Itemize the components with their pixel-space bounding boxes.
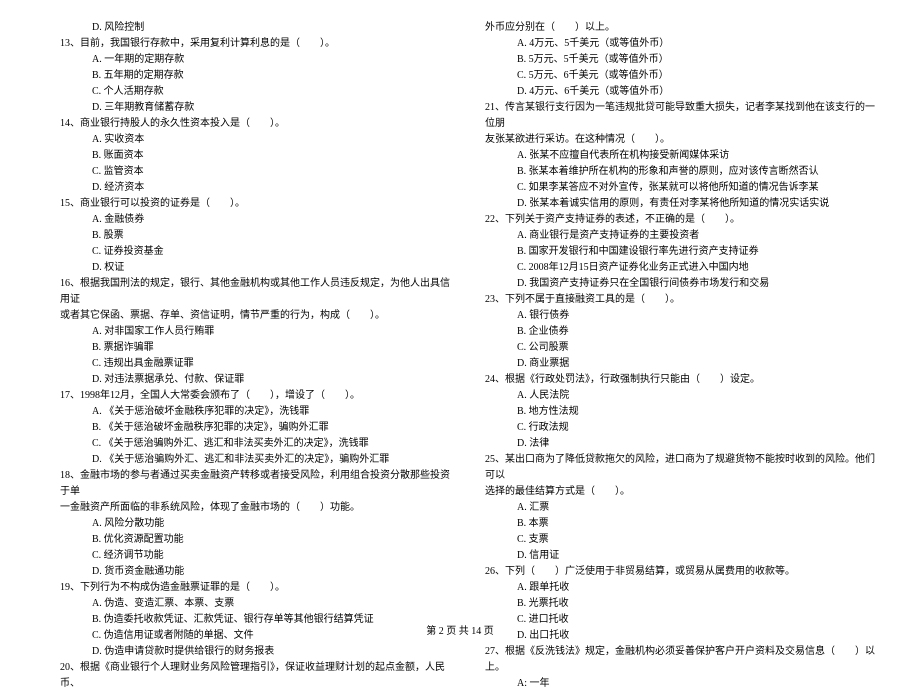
option-text: D. 伪造申请贷款时提供给银行的财务报表 (60, 644, 455, 660)
option-text: A. 人民法院 (485, 388, 880, 404)
option-text: A. 张某不应擅自代表所在机构接受新闻媒体采访 (485, 148, 880, 164)
question-continuation: 选择的最佳结算方式是（ ）。 (485, 484, 880, 500)
question-text: 22、下列关于资产支持证券的表述，不正确的是（ ）。 (485, 212, 880, 228)
question-text: 26、下列（ ）广泛使用于非贸易结算，或贸易从属费用的收款等。 (485, 564, 880, 580)
option-text: D. 张某本着诚实信用的原则，有责任对李某将他所知道的情况实话实说 (485, 196, 880, 212)
option-text: B. 票据诈骗罪 (60, 340, 455, 356)
option-text: A: 一年 (485, 676, 880, 692)
option-text: D. 权证 (60, 260, 455, 276)
option-text: A. 汇票 (485, 500, 880, 516)
option-text: A. 伪造、变造汇票、本票、支票 (60, 596, 455, 612)
question-text: 19、下列行为不构成伪造金融票证罪的是（ ）。 (60, 580, 455, 596)
option-text: C. 公司股票 (485, 340, 880, 356)
right-column: 外币应分别在（ ）以上。 A. 4万元、5千美元（或等值外币） B. 5万元、5… (475, 20, 880, 610)
option-text: D. 商业票据 (485, 356, 880, 372)
option-text: D. 4万元、6千美元（或等值外币） (485, 84, 880, 100)
question-text: 16、根据我国刑法的规定，银行、其他金融机构或其他工作人员违反规定，为他人出具信… (60, 276, 455, 308)
option-text: A. 《关于惩治破坏金融秩序犯罪的决定》，洗钱罪 (60, 404, 455, 420)
option-text: B. 张某本着维护所在机构的形象和声誉的原则，应对该传言断然否认 (485, 164, 880, 180)
option-text: B. 五年期的定期存款 (60, 68, 455, 84)
option-text: A. 金融债券 (60, 212, 455, 228)
option-text: B. 伪造委托收款凭证、汇款凭证、银行存单等其他银行结算凭证 (60, 612, 455, 628)
question-text: 24、根据《行政处罚法》，行政强制执行只能由（ ）设定。 (485, 372, 880, 388)
option-text: B. 本票 (485, 516, 880, 532)
question-text: 21、传言某银行支行因为一笔违规批贷可能导致重大损失，记者李某找到他在该支行的一… (485, 100, 880, 132)
question-text: 17、1998年12月，全国人大常委会颁布了（ ），增设了（ ）。 (60, 388, 455, 404)
option-text: A. 对非国家工作人员行贿罪 (60, 324, 455, 340)
option-text: D. 法律 (485, 436, 880, 452)
option-text: B. 优化资源配置功能 (60, 532, 455, 548)
option-text: C. 2008年12月15日资产证券化业务正式进入中国内地 (485, 260, 880, 276)
page-content: D. 风险控制 13、目前，我国银行存款中，采用复利计算利息的是（ ）。 A. … (0, 0, 920, 620)
option-text: B. 账面资本 (60, 148, 455, 164)
option-text: A. 银行债券 (485, 308, 880, 324)
option-text: C. 支票 (485, 532, 880, 548)
option-text: B. 《关于惩治破坏金融秩序犯罪的决定》，骗购外汇罪 (60, 420, 455, 436)
option-text: D. 对违法票据承兑、付款、保证罪 (60, 372, 455, 388)
question-continuation: 或者其它保函、票据、存单、资信证明，情节严重的行为，构成（ ）。 (60, 308, 455, 324)
option-text: D. 三年期教育储蓄存款 (60, 100, 455, 116)
option-text: A. 一年期的定期存款 (60, 52, 455, 68)
option-text: B. 国家开发银行和中国建设银行率先进行资产支持证券 (485, 244, 880, 260)
option-text: C. 违规出具金融票证罪 (60, 356, 455, 372)
option-text: B. 5万元、5千美元（或等值外币） (485, 52, 880, 68)
option-text: A. 风险分散功能 (60, 516, 455, 532)
question-text: 13、目前，我国银行存款中，采用复利计算利息的是（ ）。 (60, 36, 455, 52)
option-text: C. 个人活期存款 (60, 84, 455, 100)
option-text: D. 经济资本 (60, 180, 455, 196)
option-text: A. 跟单托收 (485, 580, 880, 596)
option-text: D. 出口托收 (485, 628, 880, 644)
question-text: 15、商业银行可以投资的证券是（ ）。 (60, 196, 455, 212)
question-text: 23、下列不属于直接融资工具的是（ ）。 (485, 292, 880, 308)
left-column: D. 风险控制 13、目前，我国银行存款中，采用复利计算利息的是（ ）。 A. … (60, 20, 475, 610)
option-text: A. 实收资本 (60, 132, 455, 148)
option-text: D. 货币资金融通功能 (60, 564, 455, 580)
option-text: C. 证券投资基金 (60, 244, 455, 260)
option-text: C. 5万元、6千美元（或等值外币） (485, 68, 880, 84)
option-text: B. 企业债券 (485, 324, 880, 340)
option-text: D. 《关于惩治骗购外汇、逃汇和非法买卖外汇的决定》，骗购外汇罪 (60, 452, 455, 468)
option-text: C. 进口托收 (485, 612, 880, 628)
question-text: 27、根据《反洗钱法》规定，金融机构必须妥善保护客户开户资料及交易信息（ ）以上… (485, 644, 880, 676)
option-text: A. 商业银行是资产支持证券的主要投资者 (485, 228, 880, 244)
option-text: C. 经济调节功能 (60, 548, 455, 564)
option-text: B. 光票托收 (485, 596, 880, 612)
question-continuation: 外币应分别在（ ）以上。 (485, 20, 880, 36)
option-text: C. 行政法规 (485, 420, 880, 436)
question-text: 25、某出口商为了降低贷款拖欠的风险，进口商为了规避货物不能按时收到的风险。他们… (485, 452, 880, 484)
option-text: A. 4万元、5千美元（或等值外币） (485, 36, 880, 52)
question-continuation: 一金融资产所面临的非系统风险，体现了金融市场的（ ）功能。 (60, 500, 455, 516)
question-continuation: 友张某欲进行采访。在这种情况（ ）。 (485, 132, 880, 148)
option-text: C. 伪造信用证或者附随的单据、文件 (60, 628, 455, 644)
question-text: 18、金融市场的参与者通过买卖金融资产转移或者接受风险，利用组合投资分散那些投资… (60, 468, 455, 500)
question-text: 20、根据《商业银行个人理财业务风险管理指引》，保证收益理财计划的起点金额，人民… (60, 660, 455, 692)
option-text: C. 《关于惩治骗购外汇、逃汇和非法买卖外汇的决定》，洗钱罪 (60, 436, 455, 452)
option-text: B. 地方性法规 (485, 404, 880, 420)
option-text: C. 监管资本 (60, 164, 455, 180)
question-text: 14、商业银行持股人的永久性资本投入是（ ）。 (60, 116, 455, 132)
option-text: C. 如果李某答应不对外宣传，张某就可以将他所知道的情况告诉李某 (485, 180, 880, 196)
option-text: B. 股票 (60, 228, 455, 244)
option-text: D. 风险控制 (60, 20, 455, 36)
option-text: D. 信用证 (485, 548, 880, 564)
option-text: D. 我国资产支持证券只在全国银行间债券市场发行和交易 (485, 276, 880, 292)
